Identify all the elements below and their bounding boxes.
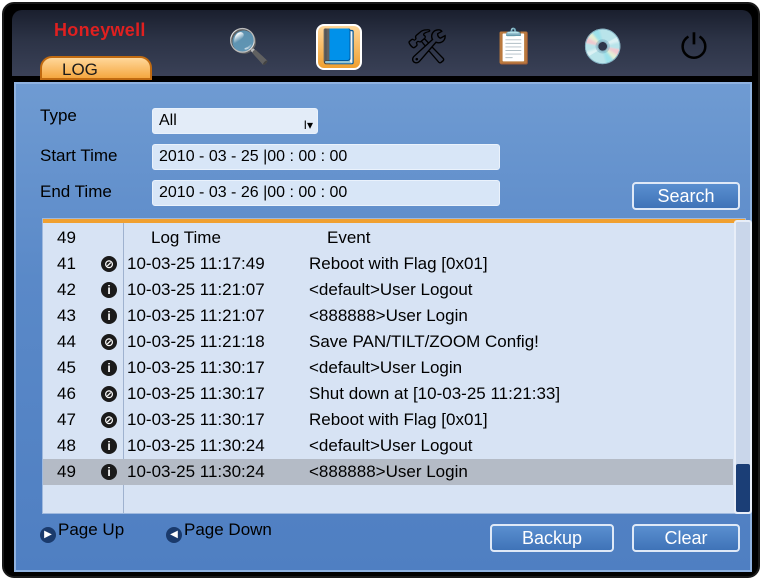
- event-icon: ⊘: [101, 334, 117, 350]
- start-time-field[interactable]: 2010 - 03 - 25 |00 : 00 : 00: [152, 144, 500, 170]
- row-event: <888888>User Login: [309, 306, 468, 325]
- log-panel: Type All I▾ Start Time 2010 - 03 - 25 |0…: [14, 82, 752, 572]
- table-row[interactable]: 44 ⊘ 10-03-25 11:21:18 Save PAN/TILT/ZOOM C…: [43, 329, 733, 355]
- table-row[interactable]: 42 i 10-03-25 11:21:07 <default>User Logout: [43, 277, 733, 303]
- row-event: <default>User Logout: [309, 280, 473, 299]
- event-icon: ⊘: [101, 412, 117, 428]
- column-header-event: Event: [327, 228, 371, 247]
- log-count: 49: [57, 228, 76, 247]
- row-number: 49: [57, 462, 76, 481]
- column-header-time: Log Time: [151, 228, 221, 247]
- row-number: 48: [57, 436, 76, 455]
- row-time: 10-03-25 11:30:17: [127, 410, 265, 429]
- table-row[interactable]: 41 ⊘ 10-03-25 11:17:49 Reboot with Flag [0x…: [43, 251, 733, 277]
- end-time-field[interactable]: 2010 - 03 - 26 |00 : 00 : 00: [152, 180, 500, 206]
- chevron-down-icon: I▾: [303, 118, 313, 132]
- backup-disk-icon[interactable]: 💿: [580, 24, 626, 70]
- row-number: 41: [57, 254, 76, 273]
- row-event: Reboot with Flag [0x01]: [309, 410, 488, 429]
- table-row[interactable]: 45 i 10-03-25 11:30:17 <default>User Login: [43, 355, 733, 381]
- row-number: 45: [57, 358, 76, 377]
- table-row[interactable]: 47 ⊘ 10-03-25 11:30:17 Reboot with Flag [0x…: [43, 407, 733, 433]
- scrollbar-thumb[interactable]: [736, 464, 750, 512]
- row-time: 10-03-25 11:21:07: [127, 306, 265, 325]
- row-number: 44: [57, 332, 76, 351]
- log-window: Honeywell 🔍 📘 🛠 📋 💿 ⏻ LOG Type All I▾ Start T…: [2, 2, 760, 578]
- page-up-icon: ▶: [40, 527, 56, 543]
- backup-button[interactable]: Backup: [490, 524, 614, 552]
- info-icon: i: [101, 308, 117, 324]
- row-time: 10-03-25 11:30:24: [127, 462, 265, 481]
- end-time-label: End Time: [40, 182, 112, 201]
- start-time-label: Start Time: [40, 146, 118, 165]
- table-row[interactable]: 43 i 10-03-25 11:21:07 <888888>User Login: [43, 303, 733, 329]
- search-button[interactable]: Search: [632, 182, 740, 210]
- info-icon: i: [101, 464, 117, 480]
- row-number: 46: [57, 384, 76, 403]
- list-scrollbar[interactable]: [734, 220, 752, 514]
- tools-icon[interactable]: 🛠: [404, 24, 450, 70]
- clear-button[interactable]: Clear: [632, 524, 740, 552]
- page-down-button[interactable]: ◀ Page Down: [166, 520, 272, 543]
- info-icon: i: [101, 438, 117, 454]
- page-up-button[interactable]: ▶ Page Up: [40, 520, 124, 543]
- type-select-value: All: [159, 112, 177, 129]
- row-event: Shut down at [10-03-25 11:21:33]: [309, 384, 561, 403]
- info-icon: i: [101, 282, 117, 298]
- type-select[interactable]: All I▾: [152, 108, 318, 134]
- event-icon: ⊘: [101, 386, 117, 402]
- page-down-icon: ◀: [166, 527, 182, 543]
- list-top-bar: [43, 219, 745, 223]
- page-down-label: Page Down: [184, 520, 272, 539]
- row-number: 42: [57, 280, 76, 299]
- table-row[interactable]: 46 ⊘ 10-03-25 11:30:17 Shut down at [10-03-…: [43, 381, 733, 407]
- row-number: 47: [57, 410, 76, 429]
- row-time: 10-03-25 11:30:17: [127, 384, 265, 403]
- brand-logo: Honeywell: [54, 20, 146, 40]
- row-time: 10-03-25 11:21:18: [127, 332, 265, 351]
- tab-log-label: LOG: [62, 60, 98, 79]
- row-event: <default>User Logout: [309, 436, 473, 455]
- page-up-label: Page Up: [58, 520, 125, 539]
- tab-log[interactable]: LOG: [40, 56, 152, 80]
- row-event: <default>User Login: [309, 358, 463, 377]
- row-time: 10-03-25 11:21:07: [127, 280, 265, 299]
- event-icon: ⊘: [101, 256, 117, 272]
- row-event: <888888>User Login: [309, 462, 468, 481]
- search-people-icon[interactable]: 🔍: [226, 24, 272, 70]
- row-time: 10-03-25 11:30:17: [127, 358, 265, 377]
- row-time: 10-03-25 11:17:49: [127, 254, 265, 273]
- settings-list-icon[interactable]: 📋: [491, 24, 537, 70]
- row-event: Save PAN/TILT/ZOOM Config!: [309, 332, 539, 351]
- row-time: 10-03-25 11:30:24: [127, 436, 265, 455]
- row-number: 43: [57, 306, 76, 325]
- log-list: 49 Log Time Event 41 ⊘ 10-03-25 11:17:49 Re…: [42, 218, 746, 514]
- table-row[interactable]: 49 i 10-03-25 11:30:24 <888888>User Login: [43, 459, 733, 485]
- info-icon: i: [101, 360, 117, 376]
- row-event: Reboot with Flag [0x01]: [309, 254, 488, 273]
- info-book-icon[interactable]: 📘: [316, 24, 362, 70]
- list-header: 49 Log Time Event: [43, 225, 733, 251]
- table-row[interactable]: 48 i 10-03-25 11:30:24 <default>User Logout: [43, 433, 733, 459]
- type-label: Type: [40, 106, 77, 125]
- power-hdd-icon[interactable]: ⏻: [671, 24, 717, 70]
